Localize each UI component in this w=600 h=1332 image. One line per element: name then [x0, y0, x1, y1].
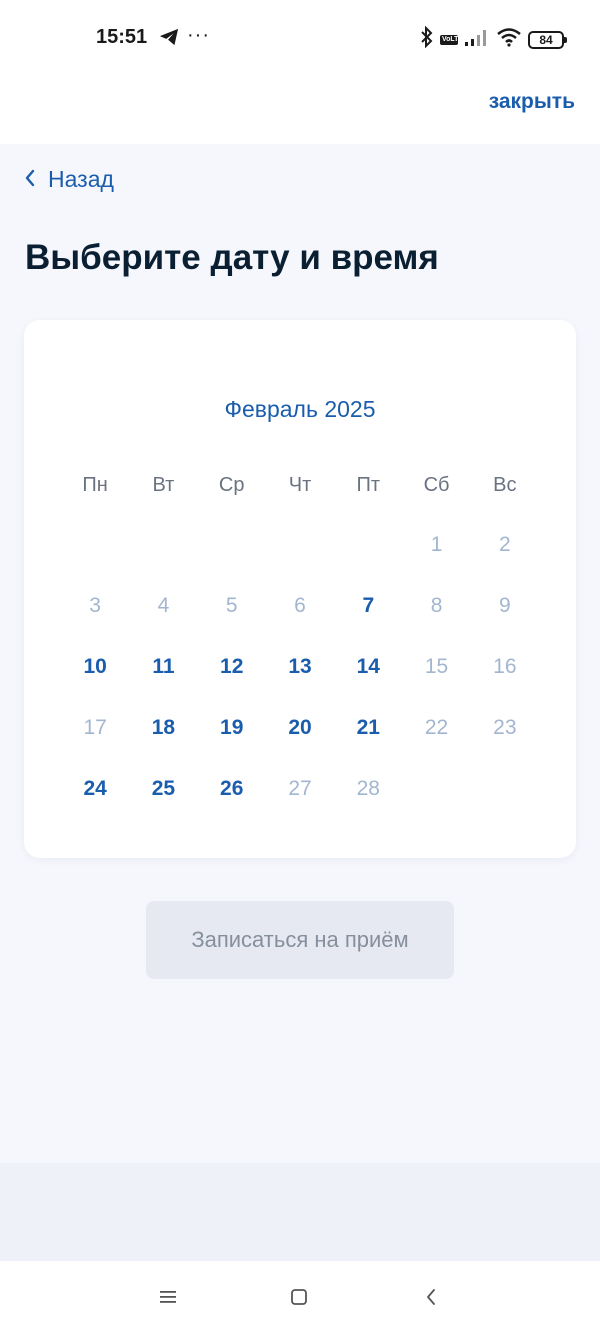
- calendar-day[interactable]: 26: [198, 774, 266, 804]
- calendar-day: 9: [499, 594, 511, 617]
- status-more-dots: ···: [187, 24, 210, 46]
- calendar-day: 8: [430, 594, 443, 617]
- chevron-left-icon: [24, 166, 36, 193]
- calendar-day: 23: [493, 716, 517, 739]
- close-button[interactable]: закрыть: [489, 90, 575, 114]
- calendar-day: 1: [430, 533, 443, 556]
- calendar-day: 4: [157, 594, 170, 617]
- telegram-icon: [158, 27, 180, 52]
- calendar-day[interactable]: 12: [198, 652, 266, 682]
- calendar-day[interactable]: 7: [334, 591, 402, 621]
- calendar-week-row: 3 4 5 6 7 8 9: [61, 591, 539, 621]
- calendar-week-row: 17 18 19 20 21 22 23: [61, 713, 539, 743]
- calendar-day[interactable]: 13: [266, 652, 334, 682]
- volte-badge: VoLTE: [440, 34, 464, 45]
- book-appointment-button[interactable]: Записаться на приём: [146, 901, 454, 979]
- weekday-label: Вт: [152, 474, 175, 496]
- weekday-label: Ср: [218, 474, 245, 496]
- page-title: Выберите дату и время: [25, 238, 439, 277]
- calendar-day: 22: [424, 716, 449, 739]
- weekday-label: Пн: [82, 474, 108, 496]
- back-button[interactable]: Назад: [24, 166, 114, 193]
- status-time: 15:51: [96, 26, 148, 48]
- calendar-day[interactable]: 24: [61, 774, 129, 804]
- calendar-day: 27: [288, 777, 312, 800]
- calendar-day: 15: [424, 655, 449, 678]
- weekday-label: Сб: [423, 474, 450, 496]
- calendar-day[interactable]: 21: [334, 713, 402, 743]
- calendar-day: 28: [356, 777, 380, 800]
- signal-icon: [464, 28, 490, 51]
- status-bar: 15:51 ··· VoLTE 84: [0, 0, 600, 76]
- calendar-day[interactable]: 18: [129, 713, 197, 743]
- weekday-label: Пт: [356, 474, 381, 496]
- back-label: Назад: [48, 166, 114, 192]
- weekday-label: Чт: [288, 474, 312, 496]
- calendar-card: Февраль 2025 Пн Вт Ср Чт Пт Сб Вс 123456…: [24, 320, 576, 858]
- calendar-day[interactable]: 20: [266, 713, 334, 743]
- calendar-day[interactable]: 14: [334, 652, 402, 682]
- calendar-day: 3: [89, 594, 101, 617]
- menu-icon[interactable]: [154, 1283, 182, 1311]
- calendar-day[interactable]: 25: [129, 774, 197, 804]
- calendar-day[interactable]: 10: [61, 652, 129, 682]
- back-icon[interactable]: [417, 1283, 445, 1311]
- calendar-week-row: 24 25 26 27 28: [61, 774, 539, 804]
- calendar-day: 16: [493, 655, 517, 678]
- footer-area: [0, 1163, 600, 1261]
- bluetooth-icon: [420, 25, 434, 53]
- calendar-week-row: 10 11 12 13 14 15 16: [61, 652, 539, 682]
- calendar-day: 17: [83, 716, 107, 739]
- system-nav-bar: [0, 1261, 600, 1332]
- status-indicators: VoLTE 84: [420, 25, 567, 53]
- calendar-day[interactable]: 11: [129, 652, 197, 682]
- weekday-header-row: Пн Вт Ср Чт Пт Сб Вс: [61, 474, 539, 497]
- top-bar: закрыть: [0, 76, 600, 144]
- calendar-day: 2: [499, 533, 511, 556]
- calendar-week-row: 12: [61, 530, 539, 560]
- wifi-icon: [496, 27, 522, 52]
- calendar-day: 6: [294, 594, 306, 617]
- home-icon[interactable]: [285, 1283, 313, 1311]
- calendar-day: 5: [225, 594, 238, 617]
- battery-icon: 84: [528, 30, 567, 49]
- calendar-day[interactable]: 19: [198, 713, 266, 743]
- weekday-label: Вс: [493, 474, 517, 496]
- calendar-month-label: Февраль 2025: [224, 396, 376, 422]
